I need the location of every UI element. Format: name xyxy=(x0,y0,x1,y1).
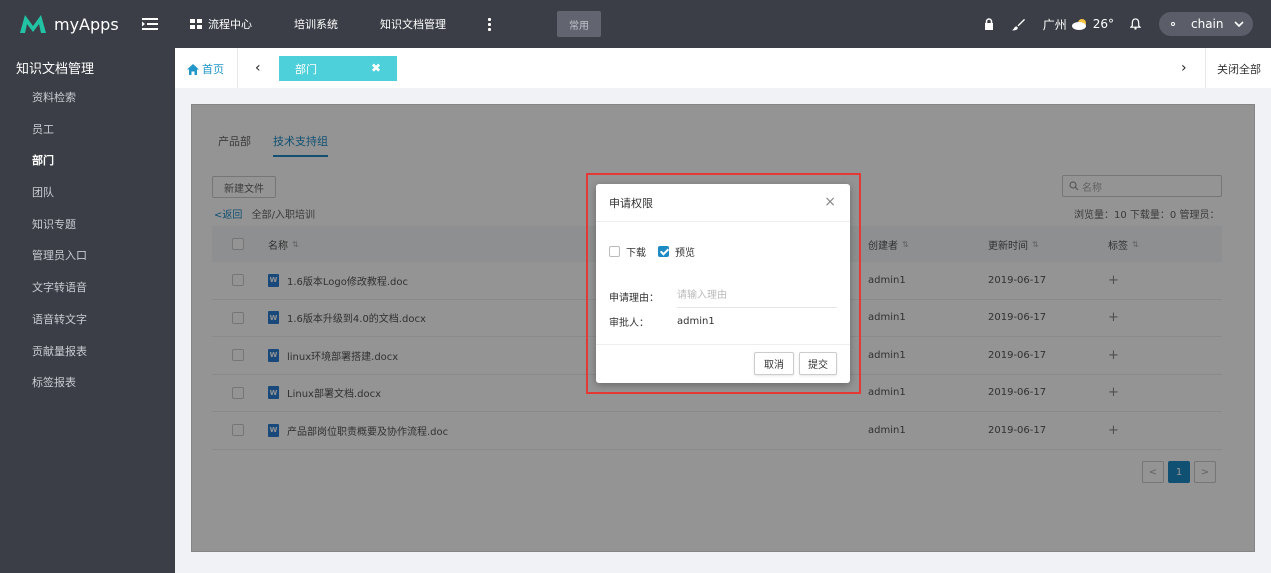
preview-label[interactable]: 预览 xyxy=(675,244,695,259)
sidebar-item-team[interactable]: 团队 xyxy=(0,177,174,209)
dialog-title: 申请权限 xyxy=(609,196,653,210)
nav-item-training[interactable]: 培训系统 xyxy=(294,16,338,32)
sidebar-item-search[interactable]: 资料检索 xyxy=(0,82,174,114)
grid-icon xyxy=(190,19,202,29)
reason-label: 申请理由： xyxy=(609,292,659,304)
app-name: myApps xyxy=(54,14,119,34)
tab-scroll-right-icon[interactable]: › xyxy=(1181,60,1187,76)
tab-department[interactable]: 部门 ✖ xyxy=(279,56,397,81)
sidebar-item-department[interactable]: 部门 xyxy=(0,145,174,177)
sidebar-item-admin[interactable]: 管理员入口 xyxy=(0,240,174,272)
sidebar-item-tag-report[interactable]: 标签报表 xyxy=(0,367,174,399)
sidebar-title: 知识文档管理 xyxy=(16,62,95,77)
sidebar-item-staff[interactable]: 员工 xyxy=(0,114,174,146)
divider xyxy=(1205,48,1206,88)
bell-icon[interactable] xyxy=(1130,18,1141,30)
download-label[interactable]: 下载 xyxy=(626,244,646,259)
permission-options: 下载 预览 xyxy=(609,244,707,259)
top-tools: 广州 26° chain xyxy=(984,0,1253,48)
close-icon[interactable]: × xyxy=(824,194,836,210)
cancel-button[interactable]: 取消 xyxy=(754,352,794,375)
more-vertical-icon[interactable] xyxy=(488,17,491,31)
top-nav: 流程中心 培训系统 知识文档管理 xyxy=(190,0,527,48)
home-label: 首页 xyxy=(202,63,224,76)
menu-toggle-icon[interactable] xyxy=(142,17,158,31)
chevron-down-icon xyxy=(1233,21,1244,27)
user-menu[interactable]: chain xyxy=(1159,12,1253,36)
reason-row: 申请理由： xyxy=(609,284,837,308)
nav-item-label: 流程中心 xyxy=(208,18,252,31)
submit-button[interactable]: 提交 xyxy=(799,352,837,375)
app-logo[interactable]: myApps xyxy=(18,12,119,36)
divider xyxy=(237,48,238,88)
sidebar: 知识文档管理 资料检索 员工 部门 团队 知识专题 管理员入口 文字转语音 语音… xyxy=(0,48,174,573)
approver-row: 审批人： admin1 xyxy=(609,314,715,329)
reason-input[interactable] xyxy=(677,284,837,308)
weather-cloud-icon xyxy=(1071,18,1089,30)
nav-common-button[interactable]: 常用 xyxy=(557,11,601,37)
home-icon xyxy=(187,63,199,75)
city-label: 广州 xyxy=(1042,17,1067,32)
tab-close-icon[interactable]: ✖ xyxy=(371,61,381,75)
user-name: chain xyxy=(1191,17,1224,31)
nav-item-process-center[interactable]: 流程中心 xyxy=(190,16,252,32)
nav-item-label: 知识文档管理 xyxy=(380,18,446,31)
myapps-logo-icon xyxy=(20,15,46,33)
brush-icon[interactable] xyxy=(1011,18,1025,31)
approver-label: 审批人： xyxy=(609,318,649,329)
lock-icon[interactable] xyxy=(984,18,994,30)
request-permission-dialog: 申请权限 × 下载 预览 申请理由： 审批人： admin1 取消 提交 xyxy=(596,184,850,383)
dialog-body: 下载 预览 申请理由： 审批人： admin1 xyxy=(596,222,850,345)
preview-checkbox[interactable] xyxy=(658,246,669,257)
temperature-label: 26° xyxy=(1092,17,1114,31)
home-tab[interactable]: 首页 xyxy=(187,61,224,77)
tab-scroll-left-icon[interactable]: ‹ xyxy=(255,60,261,76)
nav-item-knowledge-docs[interactable]: 知识文档管理 xyxy=(380,16,446,32)
user-dot-icon xyxy=(1171,22,1175,26)
sidebar-item-topics[interactable]: 知识专题 xyxy=(0,209,174,241)
sidebar-item-stt[interactable]: 语音转文字 xyxy=(0,304,174,336)
top-bar: myApps 流程中心 培训系统 知识文档管理 常用 广州 26° chain xyxy=(0,0,1271,48)
sidebar-item-tts[interactable]: 文字转语音 xyxy=(0,272,174,304)
tab-bar: 首页 ‹ 部门 ✖ › 关闭全部 xyxy=(175,48,1271,88)
close-all-tabs-button[interactable]: 关闭全部 xyxy=(1217,61,1261,77)
sidebar-item-contribution-report[interactable]: 贡献量报表 xyxy=(0,336,174,368)
download-checkbox[interactable] xyxy=(609,246,620,257)
tab-label: 部门 xyxy=(295,62,317,76)
approver-value: admin1 xyxy=(677,316,715,327)
dialog-footer: 取消 提交 xyxy=(596,345,850,383)
dialog-header: 申请权限 × xyxy=(596,184,850,222)
nav-item-label: 培训系统 xyxy=(294,18,338,31)
